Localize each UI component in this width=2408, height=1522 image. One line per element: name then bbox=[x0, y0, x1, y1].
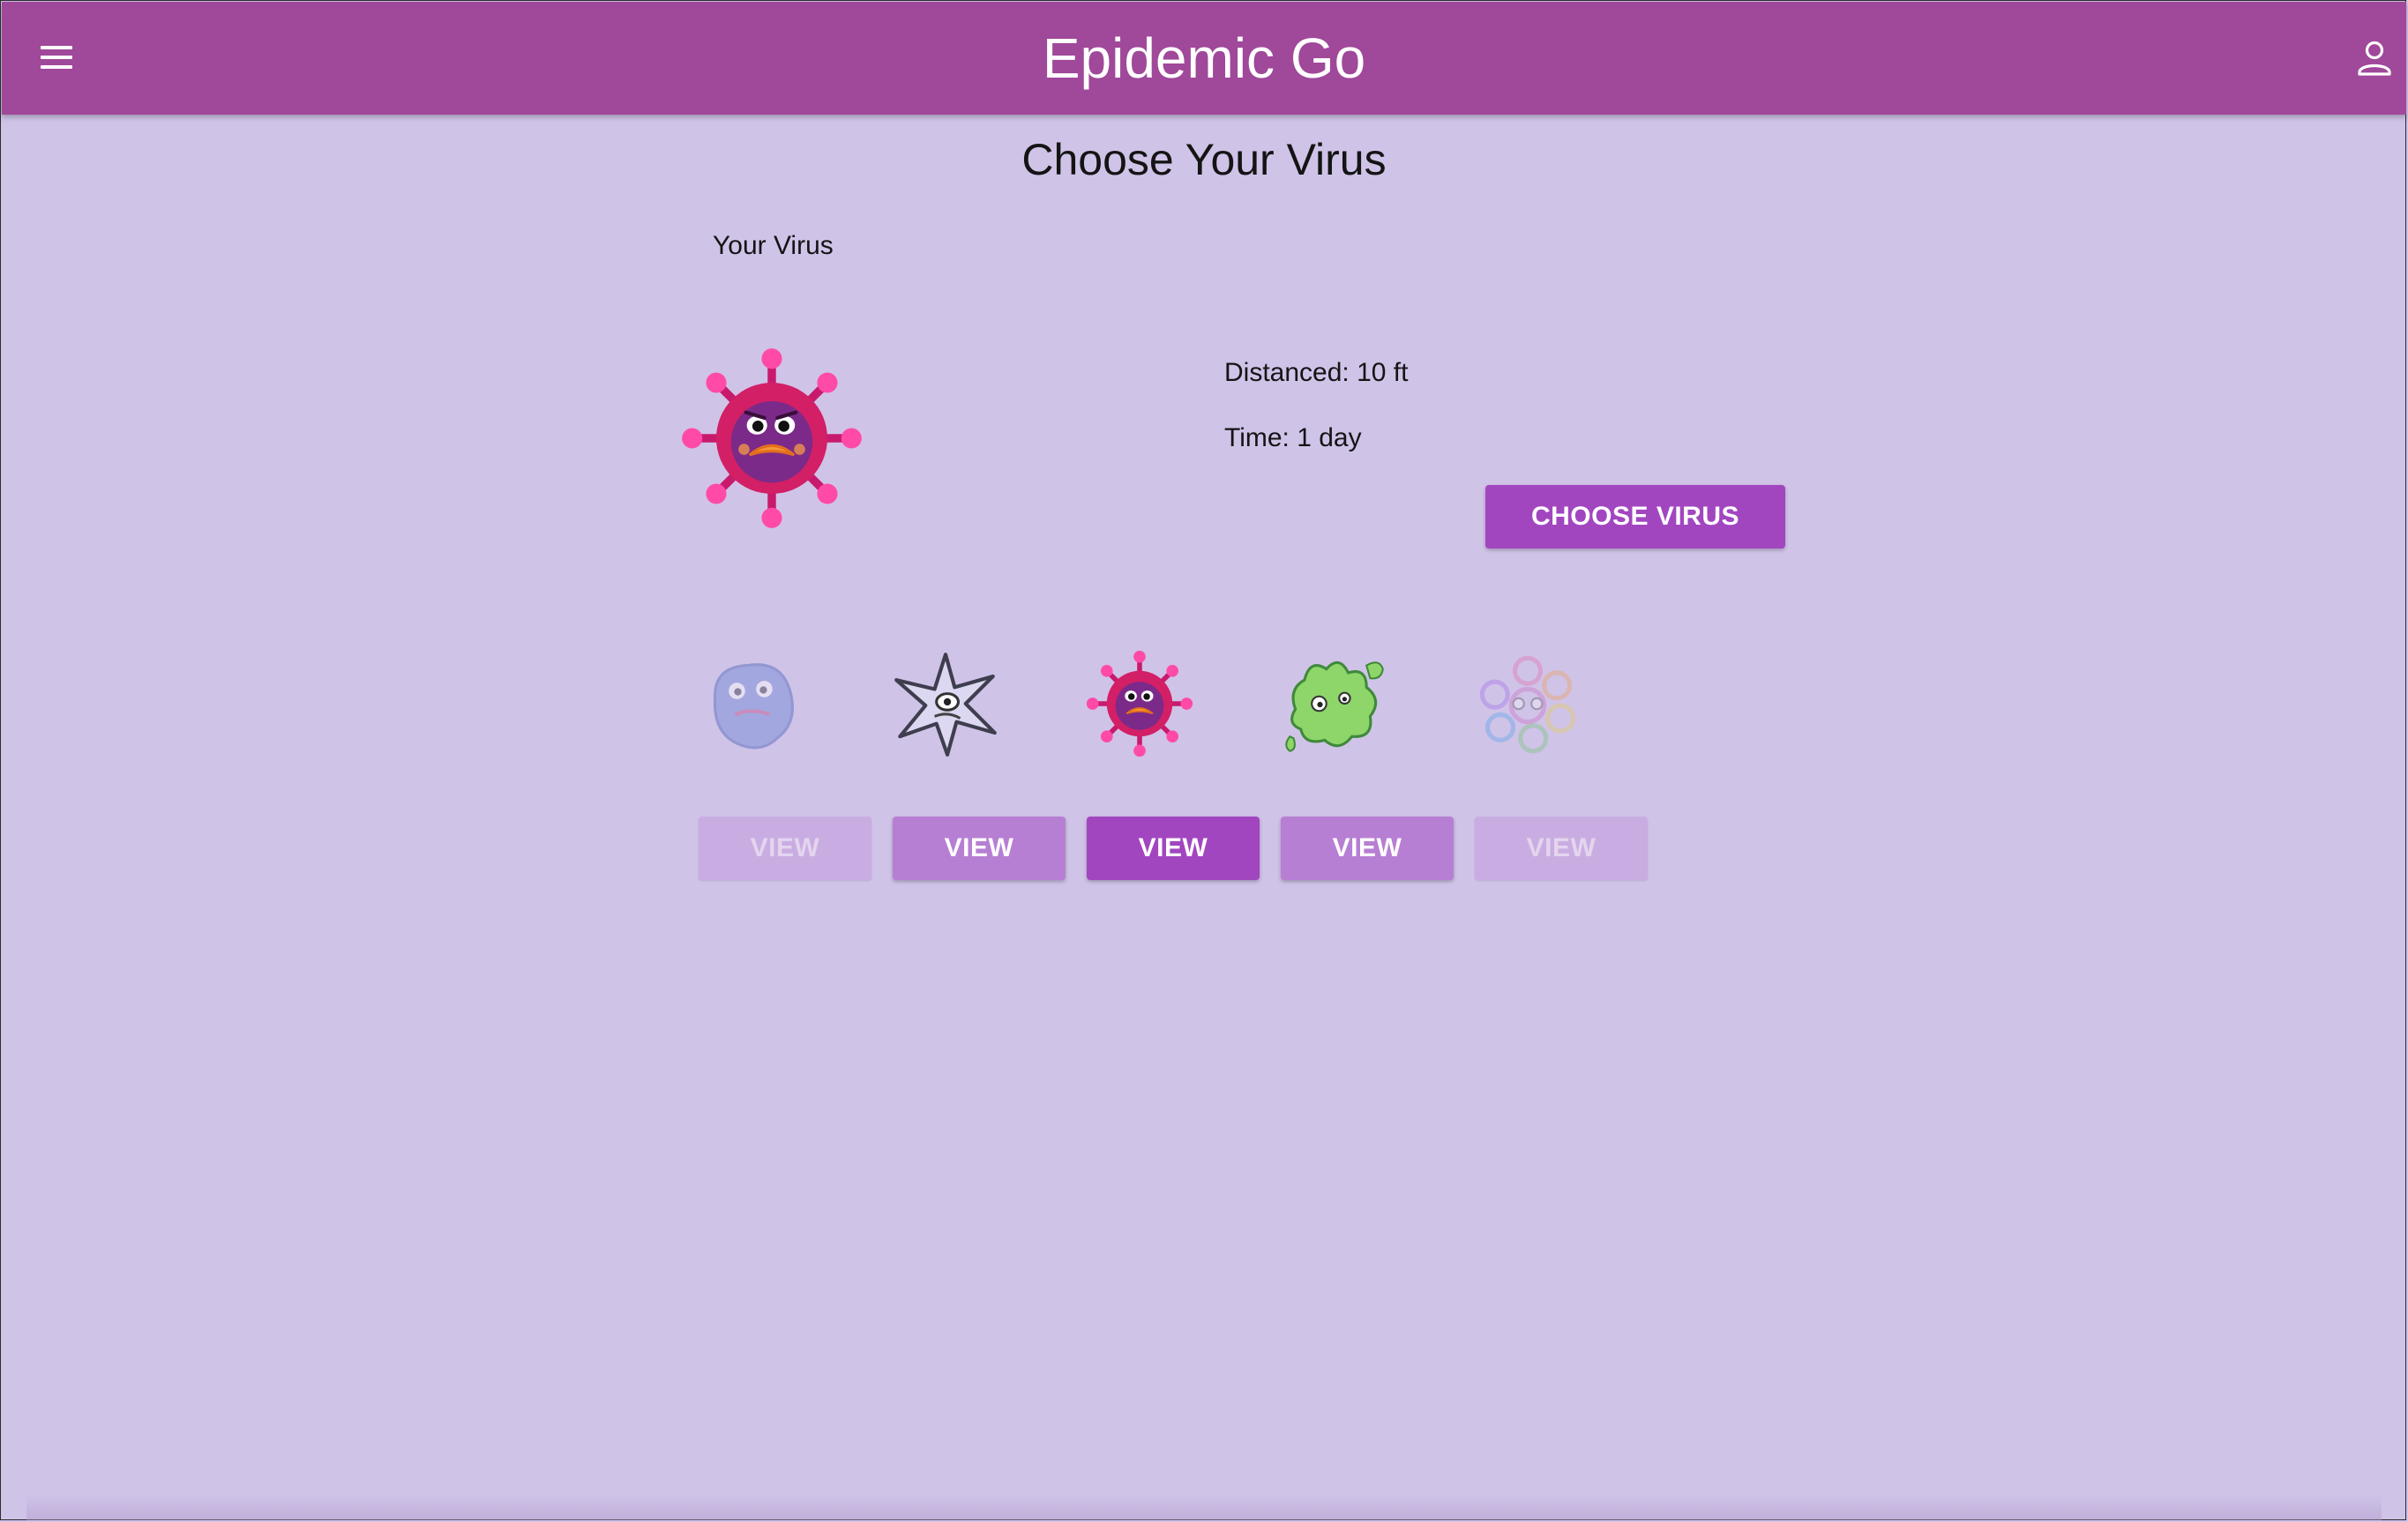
page-title: Choose Your Virus bbox=[1021, 135, 1387, 184]
green-slime-virus-icon[interactable] bbox=[1279, 649, 1388, 758]
account-icon[interactable] bbox=[2352, 35, 2397, 81]
rainbow-ring-virus-icon[interactable] bbox=[1473, 649, 1582, 758]
view-button-4[interactable]: VIEW bbox=[1281, 817, 1454, 880]
selected-virus-image bbox=[682, 348, 862, 528]
bottom-shadow bbox=[26, 1494, 2382, 1520]
top-app-bar: Epidemic Go bbox=[2, 2, 2406, 115]
your-virus-label: Your Virus bbox=[713, 231, 834, 260]
app-title: Epidemic Go bbox=[1042, 26, 1366, 90]
time-stat: Time: 1 day bbox=[1224, 423, 1362, 452]
distanced-stat: Distanced: 10 ft bbox=[1224, 358, 1409, 387]
app-frame bbox=[0, 0, 2406, 1520]
angry-red-virus-icon[interactable] bbox=[1085, 649, 1194, 758]
view-button-3[interactable]: VIEW bbox=[1087, 817, 1260, 880]
choose-virus-button[interactable]: CHOOSE VIRUS bbox=[1485, 485, 1785, 548]
view-button-5[interactable]: VIEW bbox=[1475, 817, 1648, 880]
blue-blob-virus-icon[interactable] bbox=[697, 649, 806, 758]
view-button-2[interactable]: VIEW bbox=[893, 817, 1066, 880]
spiky-star-virus-icon[interactable] bbox=[891, 649, 1000, 758]
view-button-1[interactable]: VIEW bbox=[699, 817, 871, 880]
